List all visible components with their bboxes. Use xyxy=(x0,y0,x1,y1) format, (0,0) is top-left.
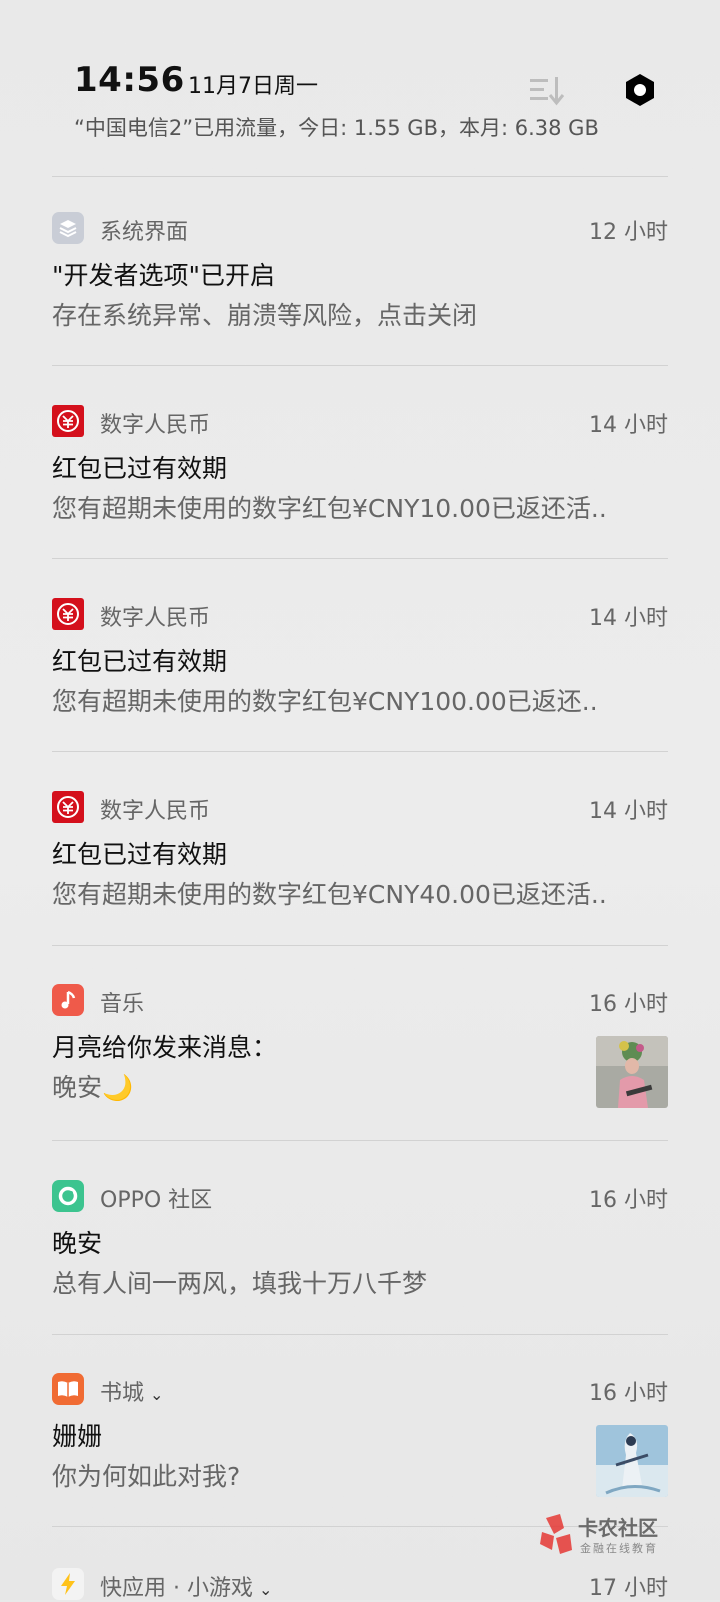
notification-time: 16 小时 xyxy=(589,1381,668,1406)
notification-card[interactable]: 数字人民币 14 小时 红包已过有效期 您有超期未使用的数字红包¥CNY100.… xyxy=(52,598,668,788)
digital-rmb-icon xyxy=(52,405,84,437)
divider xyxy=(52,176,668,177)
notification-time: 16 小时 xyxy=(589,1188,668,1213)
app-name: 数字人民币 xyxy=(100,606,211,631)
music-note-icon xyxy=(52,984,84,1016)
notification-app-row: 数字人民币 14 小时 xyxy=(52,598,668,632)
notification-title: 红包已过有效期 xyxy=(52,647,228,676)
notification-time: 12 小时 xyxy=(589,220,668,245)
notification-body: 您有超期未使用的数字红包¥CNY40.00已返还活.. xyxy=(52,880,607,909)
digital-rmb-icon xyxy=(52,791,84,823)
notification-title: 姗姗 xyxy=(52,1422,103,1451)
notification-card[interactable]: 数字人民币 14 小时 红包已过有效期 您有超期未使用的数字红包¥CNY40.0… xyxy=(52,791,668,981)
notification-time: 14 小时 xyxy=(589,606,668,631)
watermark-title: 卡农社区 xyxy=(578,1516,658,1540)
notification-body: 总有人间一两风，填我十万八千梦 xyxy=(52,1269,428,1298)
notification-title: 红包已过有效期 xyxy=(52,454,228,483)
notification-title: 月亮给你发来消息： xyxy=(52,1033,278,1062)
notification-body: 您有超期未使用的数字红包¥CNY10.00已返还活.. xyxy=(52,494,607,523)
notification-title: "开发者选项"已开启 xyxy=(52,261,275,290)
notification-time: 16 小时 xyxy=(589,992,668,1017)
watermark-tagline: 金融在线教育 xyxy=(580,1542,658,1555)
notification-time: 14 小时 xyxy=(589,799,668,824)
notification-time: 14 小时 xyxy=(589,413,668,438)
app-name: 数字人民币 xyxy=(100,413,211,438)
notification-app-row: 快应用 · 小游戏 ⌄ 17 小时 xyxy=(52,1568,668,1602)
divider xyxy=(52,1140,668,1141)
divider xyxy=(52,751,668,752)
notification-time: 17 小时 xyxy=(589,1576,668,1601)
app-name: OPPO 社区 xyxy=(100,1188,213,1213)
divider xyxy=(52,945,668,946)
digital-rmb-icon xyxy=(52,598,84,630)
notification-card[interactable]: OPPO 社区 16 小时 晚安 总有人间一两风，填我十万八千梦 xyxy=(52,1180,668,1370)
notification-body: 你为何如此对我? xyxy=(52,1462,241,1491)
app-name: 系统界面 xyxy=(100,220,189,245)
oppo-community-icon xyxy=(52,1180,84,1212)
notification-app-row: 数字人民币 14 小时 xyxy=(52,405,668,439)
notification-app-row: 系统界面 12 小时 xyxy=(52,212,668,246)
notification-title: 红包已过有效期 xyxy=(52,840,228,869)
system-ui-icon xyxy=(52,212,84,244)
notification-card[interactable]: 数字人民币 14 小时 红包已过有效期 您有超期未使用的数字红包¥CNY10.0… xyxy=(52,405,668,595)
app-name: 数字人民币 xyxy=(100,799,211,824)
notification-body: 晚安🌙 xyxy=(52,1073,134,1102)
notification-body: 存在系统异常、崩溃等风险，点击关闭 xyxy=(52,301,478,330)
app-name[interactable]: 书城 ⌄ xyxy=(100,1375,163,1407)
notification-body: 您有超期未使用的数字红包¥CNY100.00已返还.. xyxy=(52,687,598,716)
settings-icon[interactable] xyxy=(622,72,658,108)
notification-thumbnail xyxy=(596,1036,668,1108)
app-name[interactable]: 快应用 · 小游戏 ⌄ xyxy=(100,1570,272,1602)
notification-card[interactable]: 系统界面 12 小时 "开发者选项"已开启 存在系统异常、崩溃等风险，点击关闭 xyxy=(52,212,668,402)
notification-card[interactable]: 音乐 16 小时 月亮给你发来消息： 晚安🌙 xyxy=(52,984,668,1174)
notification-app-row: 书城 ⌄ 16 小时 xyxy=(52,1373,668,1407)
notification-app-row: 数字人民币 14 小时 xyxy=(52,791,668,825)
book-icon xyxy=(52,1373,84,1405)
notification-card[interactable]: 快应用 · 小游戏 ⌄ 17 小时 xyxy=(52,1568,668,1602)
data-usage-text[interactable]: “中国电信2”已用流量，今日: 1.55 GB，本月: 6.38 GB xyxy=(74,112,599,142)
app-name: 音乐 xyxy=(100,992,145,1017)
clock-time: 14:56 xyxy=(74,60,185,100)
divider xyxy=(52,558,668,559)
notification-thumbnail xyxy=(596,1425,668,1497)
chevron-down-icon[interactable]: ⌄ xyxy=(150,1385,163,1404)
divider xyxy=(52,1334,668,1335)
notification-app-row: 音乐 16 小时 xyxy=(52,984,668,1018)
kanong-community-watermark: 卡农社区 金融在线教育 xyxy=(540,1510,700,1560)
quick-app-bolt-icon xyxy=(52,1568,84,1600)
notification-title: 晚安 xyxy=(52,1229,103,1258)
notification-app-row: OPPO 社区 16 小时 xyxy=(52,1180,668,1214)
notification-shade-header: 14:56 11月7日周一 “中国电信2”已用流量，今日: 1.55 GB，本月… xyxy=(0,0,720,175)
date-label: 11月7日周一 xyxy=(188,74,318,99)
notification-sort-icon[interactable] xyxy=(530,75,566,107)
chevron-down-icon[interactable]: ⌄ xyxy=(259,1580,272,1599)
divider xyxy=(52,365,668,366)
